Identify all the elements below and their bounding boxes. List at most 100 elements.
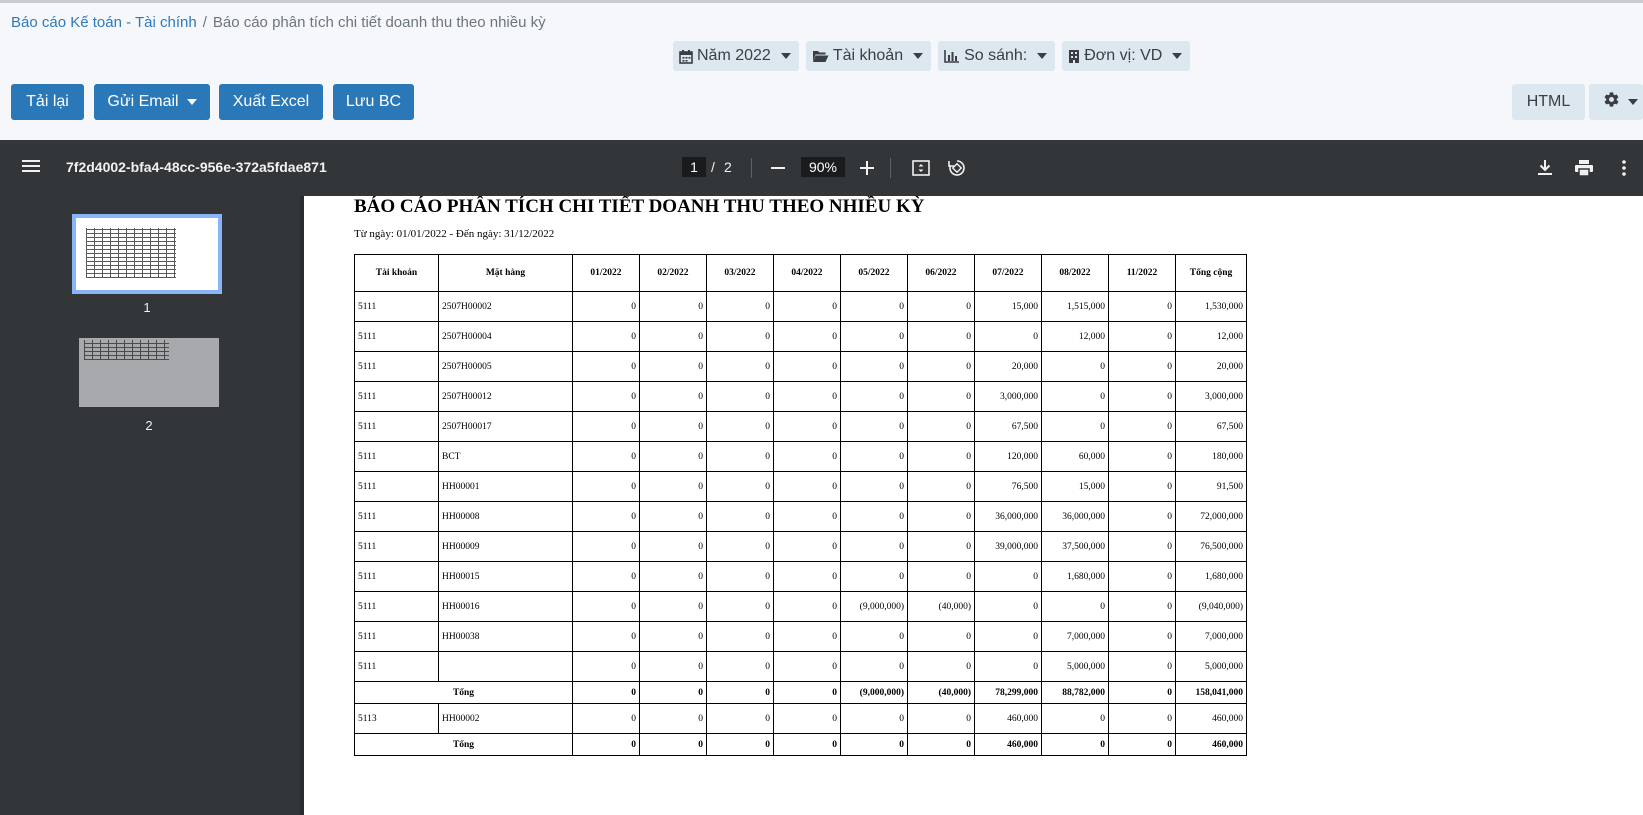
amount-cell: 0 [572, 501, 640, 532]
amount-cell: 0 [1041, 411, 1109, 442]
zoom-in-icon[interactable] [855, 156, 879, 180]
download-icon[interactable] [1533, 156, 1557, 180]
item-cell: HH00001 [438, 471, 573, 502]
amount-cell: 460,000 [1175, 733, 1247, 756]
thumbnail-label-1: 1 [143, 300, 151, 315]
html-view-button[interactable]: HTML [1512, 84, 1585, 120]
amount-cell: 12,000 [1041, 321, 1109, 352]
zoom-level-input[interactable]: 90% [801, 157, 845, 177]
amount-cell: 7,000,000 [1041, 621, 1109, 652]
building-icon [1068, 49, 1080, 64]
amount-cell: 0 [706, 351, 774, 382]
amount-cell: 0 [840, 321, 908, 352]
page-thumbnail-1[interactable] [72, 214, 222, 294]
settings-dropdown-button[interactable] [1589, 84, 1643, 120]
breadcrumb-parent-link[interactable]: Báo cáo Kế toán - Tài chính [11, 14, 197, 31]
account-filter-dropdown[interactable]: Tài khoản [805, 41, 932, 71]
item-cell: 2507H00004 [438, 321, 573, 352]
fit-to-page-icon[interactable] [909, 156, 933, 180]
amount-cell: 0 [706, 471, 774, 502]
amount-cell: 0 [572, 441, 640, 472]
year-filter-dropdown[interactable]: Năm 2022 [673, 41, 799, 71]
amount-cell: 0 [840, 351, 908, 382]
amount-cell: 0 [907, 621, 975, 652]
amount-cell: 0 [907, 441, 975, 472]
amount-cell: 0 [639, 531, 707, 562]
amount-cell: 0 [840, 651, 908, 682]
account-cell: 5111 [354, 381, 439, 412]
amount-cell: 120,000 [974, 441, 1042, 472]
amount-cell: 0 [1108, 651, 1176, 682]
more-options-icon[interactable] [1612, 156, 1636, 180]
amount-cell: 0 [572, 381, 640, 412]
report-date-range: Từ ngày: 01/01/2022 - Đến ngày: 31/12/20… [354, 228, 555, 240]
amount-cell: (40,000) [907, 681, 975, 704]
table-row: 5111 2507H00002 0 0 0 0 0 0 15,000 1,515,000 0 1,53… [354, 291, 1247, 322]
chevron-down-icon [780, 53, 791, 59]
rotate-icon[interactable] [945, 156, 969, 180]
amount-cell: 0 [1108, 351, 1176, 382]
amount-cell: 158,041,000 [1175, 681, 1247, 704]
chevron-down-icon [1037, 53, 1048, 59]
page-number-input[interactable]: 1 [682, 157, 706, 177]
amount-cell: 0 [974, 591, 1042, 622]
amount-cell: 0 [840, 531, 908, 562]
page-thumbnail-2[interactable] [79, 338, 219, 407]
account-cell: 5111 [354, 351, 439, 382]
amount-cell: 0 [639, 351, 707, 382]
menu-icon[interactable] [22, 158, 40, 179]
amount-cell: 0 [773, 561, 841, 592]
amount-cell: 0 [907, 411, 975, 442]
breadcrumb: Báo cáo Kế toán - Tài chính / Báo cáo phân… [11, 14, 546, 31]
chevron-down-icon [1172, 53, 1183, 59]
amount-cell: 3,000,000 [1175, 381, 1247, 412]
amount-cell: 0 [706, 411, 774, 442]
save-report-button[interactable]: Lưu BC [333, 84, 414, 120]
amount-cell: 0 [572, 291, 640, 322]
amount-cell: 460,000 [974, 703, 1042, 734]
account-cell: 5111 [354, 441, 439, 472]
amount-cell: 1,680,000 [1041, 561, 1109, 592]
zoom-out-icon[interactable] [766, 156, 790, 180]
amount-cell: 36,000,000 [1041, 501, 1109, 532]
export-excel-button[interactable]: Xuất Excel [219, 84, 323, 120]
amount-cell: 0 [572, 733, 640, 756]
table-row: 5111 HH00038 0 0 0 0 0 0 0 7,000,000 0 7,000,000 [354, 621, 1247, 652]
amount-cell: 0 [974, 561, 1042, 592]
unit-filter-label: Đơn vị: VD [1084, 47, 1163, 64]
item-cell: 2507H00005 [438, 351, 573, 382]
account-cell: 5111 [354, 531, 439, 562]
amount-cell: 0 [974, 321, 1042, 352]
amount-cell: 0 [706, 561, 774, 592]
print-icon[interactable] [1572, 156, 1596, 180]
amount-cell: 91,500 [1175, 471, 1247, 502]
amount-cell: 0 [572, 351, 640, 382]
amount-cell: 67,500 [1175, 411, 1247, 442]
item-cell: HH00016 [438, 591, 573, 622]
document-title: 7f2d4002-bfa4-48cc-956e-372a5fdae871 [66, 159, 327, 175]
table-row: 5113 HH00002 0 0 0 0 0 0 460,000 0 0 460,000 [354, 703, 1247, 734]
amount-cell: 0 [706, 501, 774, 532]
amount-cell: 0 [907, 501, 975, 532]
compare-filter-label: So sánh: [964, 47, 1028, 64]
amount-cell: 0 [1108, 531, 1176, 562]
amount-cell: 0 [773, 441, 841, 472]
table-row: 5111 0 0 0 0 0 0 0 5,000,000 0 5,000,000 [354, 651, 1247, 682]
item-cell: BCT [438, 441, 573, 472]
amount-cell: 1,530,000 [1175, 291, 1247, 322]
amount-cell: 0 [572, 703, 640, 734]
account-cell: 5111 [354, 561, 439, 592]
amount-cell: 0 [840, 411, 908, 442]
amount-cell: 0 [1108, 441, 1176, 472]
table-row: 5111 BCT 0 0 0 0 0 0 120,000 60,000 0 180,000 [354, 441, 1247, 472]
table-row: 5111 2507H00012 0 0 0 0 0 0 3,000,000 0 0 3,000,000 [354, 381, 1247, 412]
amount-cell: 0 [773, 621, 841, 652]
send-email-button[interactable]: Gửi Email [94, 84, 210, 120]
compare-filter-dropdown[interactable]: So sánh: [938, 41, 1056, 71]
reload-button[interactable]: Tải lại [11, 84, 84, 120]
unit-filter-dropdown[interactable]: Đơn vị: VD [1062, 41, 1191, 71]
amount-cell: (9,000,000) [840, 681, 908, 704]
amount-cell: 20,000 [974, 351, 1042, 382]
amount-cell: 0 [773, 291, 841, 322]
toolbar-divider [751, 158, 752, 178]
